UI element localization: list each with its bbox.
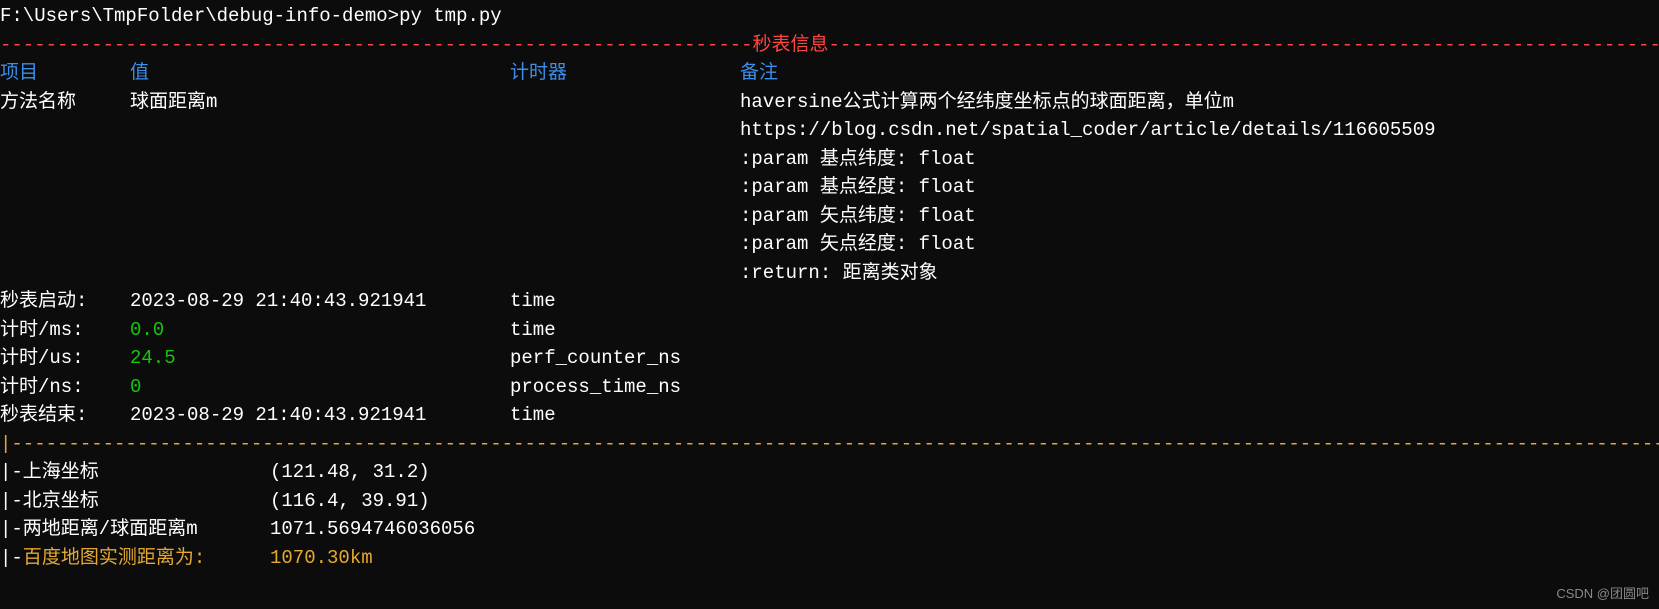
timing-value: 0: [130, 373, 510, 402]
timing-label: 计时/ms:: [0, 316, 130, 345]
timing-label: 秒表结束:: [0, 401, 130, 430]
coord-row: |-上海坐标(121.48, 31.2): [0, 458, 1659, 487]
remark-line: :param 基点经度: float: [740, 173, 1659, 202]
header-value: 值: [130, 59, 510, 88]
coord-label: |-上海坐标: [0, 458, 270, 487]
remark-row: :return: 距离类对象: [0, 259, 1659, 288]
timing-row: 计时/ms:0.0time: [0, 316, 1659, 345]
timing-row: 计时/ns:0process_time_ns: [0, 373, 1659, 402]
remark-line: :param 矢点经度: float: [740, 230, 1659, 259]
method-row: 方法名称 球面距离m haversine公式计算两个经纬度坐标点的球面距离，单位…: [0, 88, 1659, 117]
timing-timer: time: [510, 316, 740, 345]
coord-value: (121.48, 31.2): [270, 458, 430, 487]
timing-row: 秒表启动:2023-08-29 21:40:43.921941time: [0, 287, 1659, 316]
coord-label: |-两地距离/球面距离m: [0, 515, 270, 544]
remark-row: :param 矢点经度: float: [0, 230, 1659, 259]
method-value: 球面距离m: [130, 88, 510, 117]
header-item: 项目: [0, 59, 130, 88]
command-prompt: F:\Users\TmpFolder\debug-info-demo>py tm…: [0, 2, 1659, 31]
remark-row: :param 矢点纬度: float: [0, 202, 1659, 231]
header-timer: 计时器: [510, 59, 740, 88]
coord-row: |-百度地图实测距离为:1070.30km: [0, 544, 1659, 573]
timing-value: 2023-08-29 21:40:43.921941: [130, 287, 510, 316]
remark-line: haversine公式计算两个经纬度坐标点的球面距离，单位m: [740, 88, 1659, 117]
timing-label: 秒表启动:: [0, 287, 130, 316]
coord-label: |-北京坐标: [0, 487, 270, 516]
section-divider-mid: |---------------------------------------…: [0, 430, 1659, 459]
remark-line: https://blog.csdn.net/spatial_coder/arti…: [740, 116, 1659, 145]
timing-timer: time: [510, 287, 740, 316]
section-divider-top: ----------------------------------------…: [0, 31, 1659, 60]
method-label: 方法名称: [0, 88, 130, 117]
coord-value: 1071.5694746036056: [270, 515, 475, 544]
timing-value: 24.5: [130, 344, 510, 373]
timing-timer: time: [510, 401, 740, 430]
timing-label: 计时/us:: [0, 344, 130, 373]
remark-row: :param 基点纬度: float: [0, 145, 1659, 174]
method-timer: [510, 88, 740, 117]
timing-value: 2023-08-29 21:40:43.921941: [130, 401, 510, 430]
coord-value: (116.4, 39.91): [270, 487, 430, 516]
watermark: CSDN @团圆吧: [1556, 584, 1649, 604]
timing-label: 计时/ns:: [0, 373, 130, 402]
remark-row: :param 基点经度: float: [0, 173, 1659, 202]
remark-line: :return: 距离类对象: [740, 259, 1659, 288]
remark-line: :param 矢点纬度: float: [740, 202, 1659, 231]
timing-row: 秒表结束:2023-08-29 21:40:43.921941time: [0, 401, 1659, 430]
coord-label: |-百度地图实测距离为:: [0, 544, 270, 573]
remark-row: https://blog.csdn.net/spatial_coder/arti…: [0, 116, 1659, 145]
coord-row: |-北京坐标(116.4, 39.91): [0, 487, 1659, 516]
coord-row: |-两地距离/球面距离m1071.5694746036056: [0, 515, 1659, 544]
header-remark: 备注: [740, 59, 1659, 88]
table-header-row: 项目 值 计时器 备注: [0, 59, 1659, 88]
timing-row: 计时/us:24.5perf_counter_ns: [0, 344, 1659, 373]
remark-line: :param 基点纬度: float: [740, 145, 1659, 174]
timing-value: 0.0: [130, 316, 510, 345]
coord-value: 1070.30km: [270, 544, 373, 573]
timing-timer: process_time_ns: [510, 373, 740, 402]
timing-timer: perf_counter_ns: [510, 344, 740, 373]
